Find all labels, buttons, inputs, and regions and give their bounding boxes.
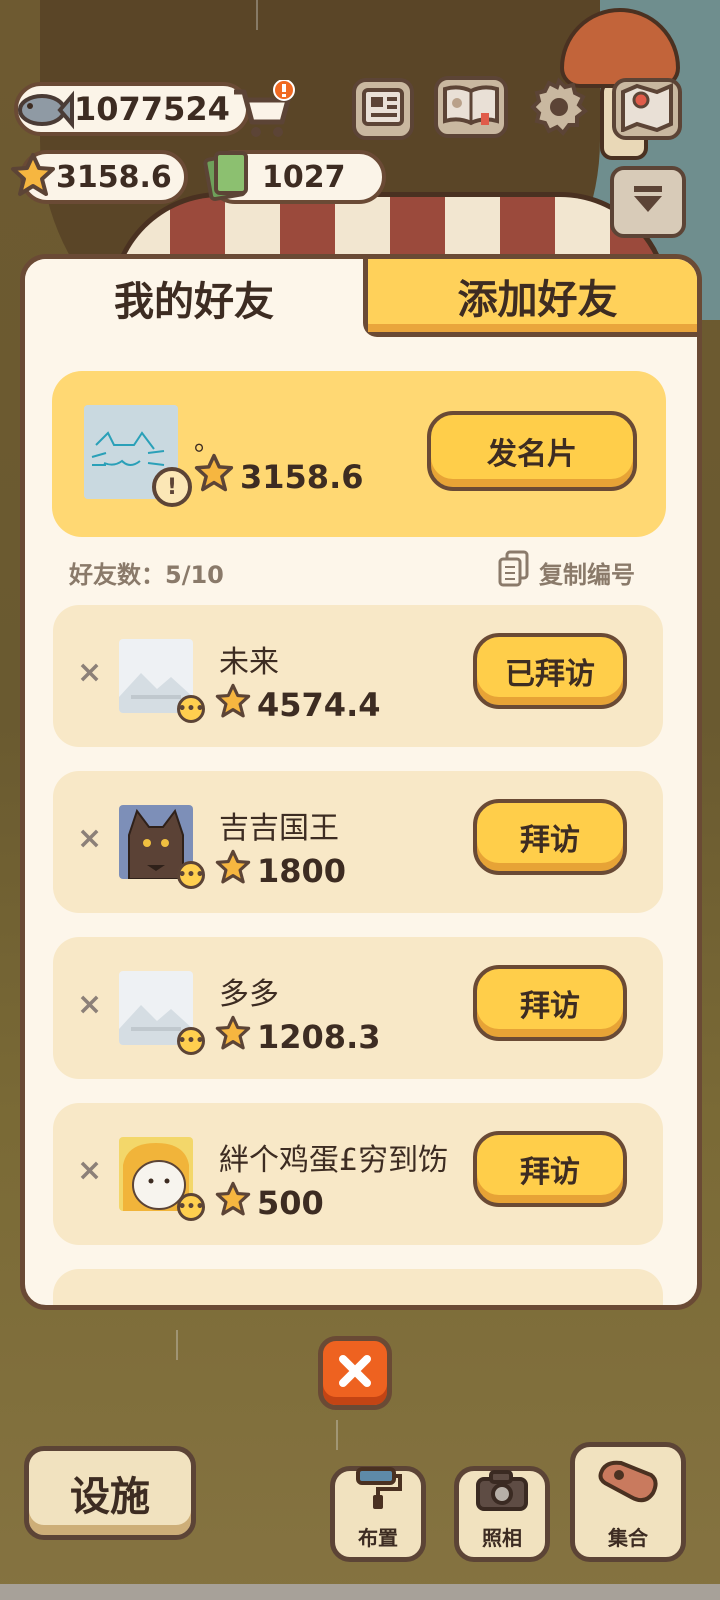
more-options-icon[interactable]: •••	[177, 695, 205, 723]
tab-my-friends[interactable]: 我的好友	[25, 259, 363, 337]
friend-stars-value: 4574.4	[257, 686, 381, 724]
friend-stars-value: 500	[257, 1184, 324, 1222]
paint-roller-icon	[354, 1465, 402, 1516]
settings-button[interactable]	[528, 77, 590, 141]
tab-add-friend-label: 添加好友	[457, 276, 618, 323]
friend-stars: 500	[215, 1181, 324, 1225]
more-options-icon[interactable]: •••	[177, 861, 205, 889]
friend-name: 絆个鸡蛋£穷到饬	[219, 1143, 449, 1178]
my-stars-value: 3158.6	[240, 458, 364, 496]
star-icon	[8, 150, 58, 200]
fish-icon	[14, 84, 74, 136]
layout-button[interactable]: 布置	[330, 1466, 426, 1562]
layout-label: 布置	[358, 1526, 398, 1550]
gear-icon	[529, 77, 589, 141]
remove-friend-button[interactable]: ×	[77, 821, 102, 856]
friend-row-partial	[53, 1269, 663, 1305]
newspaper-button[interactable]	[352, 78, 414, 140]
star-icon	[215, 849, 251, 893]
copy-icon	[497, 549, 531, 595]
friend-row: × ••• 吉吉国王 1800 拜访	[53, 771, 663, 913]
my-stars: 3158.6	[194, 453, 363, 501]
tab-add-friend[interactable]: 添加好友	[363, 259, 697, 337]
star-icon	[215, 1015, 251, 1059]
photo-label: 照相	[482, 1526, 522, 1550]
gather-label: 集合	[608, 1526, 648, 1550]
rain-streak	[256, 0, 258, 30]
friend-name: 吉吉国王	[219, 811, 339, 846]
photo-button[interactable]: 照相	[454, 1466, 550, 1562]
remove-friend-button[interactable]: ×	[77, 655, 102, 690]
friend-name: 未来	[219, 645, 279, 680]
facility-label: 设施	[70, 1474, 150, 1520]
gather-button[interactable]: 集合	[570, 1442, 686, 1562]
friend-stars-value: 1800	[257, 852, 347, 890]
friend-row: × ••• 多多 1208.3 拜访	[53, 937, 663, 1079]
ticket-count: 1027	[262, 159, 346, 195]
book-icon	[441, 83, 501, 131]
star-count: 3158.6	[56, 159, 172, 195]
close-button[interactable]	[318, 1336, 392, 1410]
warning-badge-icon: !	[152, 467, 192, 507]
visit-button[interactable]: 拜访	[473, 1131, 627, 1207]
collapse-menu-button[interactable]	[610, 166, 686, 238]
whistle-icon	[595, 1455, 661, 1514]
friend-count: 好友数：5/10	[69, 561, 224, 589]
shop-cart-icon[interactable]	[228, 80, 298, 140]
remove-friend-button[interactable]: ×	[77, 987, 102, 1022]
star-icon	[215, 1181, 251, 1225]
friends-panel: 我的好友 添加好友 ! 。 3158.6 发名片 好友数：5/10 复制编号 ×…	[20, 254, 702, 1310]
ticket-icon	[200, 148, 254, 204]
facility-button[interactable]: 设施	[24, 1446, 196, 1540]
copy-id-button[interactable]: 复制编号	[497, 549, 635, 595]
friend-stars: 4574.4	[215, 683, 380, 727]
copy-id-label: 复制编号	[539, 560, 635, 589]
rain-streak	[176, 1330, 178, 1360]
more-options-icon[interactable]: •••	[177, 1027, 205, 1055]
album-book-button[interactable]	[434, 76, 508, 138]
friend-stars: 1800	[215, 849, 346, 893]
send-card-button[interactable]: 发名片	[427, 411, 637, 491]
newspaper-icon	[361, 87, 405, 131]
visit-button[interactable]: 拜访	[473, 799, 627, 875]
visit-button[interactable]: 拜访	[473, 965, 627, 1041]
map-button[interactable]	[612, 78, 682, 140]
close-icon	[336, 1352, 374, 1394]
more-options-icon[interactable]: •••	[177, 1193, 205, 1221]
rain-streak	[336, 1420, 338, 1450]
star-icon	[194, 453, 234, 501]
my-profile-card: ! 。 3158.6 发名片	[52, 371, 666, 537]
chevron-down-icon	[628, 180, 668, 224]
friend-row: × ••• 絆个鸡蛋£穷到饬 500 拜访	[53, 1103, 663, 1245]
map-icon	[619, 82, 675, 136]
friend-name: 多多	[219, 977, 279, 1012]
camera-icon	[475, 1469, 529, 1516]
star-icon	[215, 683, 251, 727]
remove-friend-button[interactable]: ×	[77, 1153, 102, 1188]
visited-button[interactable]: 已拜访	[473, 633, 627, 709]
fish-count: 1077524	[74, 90, 230, 128]
friend-stars: 1208.3	[215, 1015, 380, 1059]
friend-stars-value: 1208.3	[257, 1018, 381, 1056]
system-navigation-bar	[0, 1584, 720, 1600]
friend-row: × ••• 未来 4574.4 已拜访	[53, 605, 663, 747]
